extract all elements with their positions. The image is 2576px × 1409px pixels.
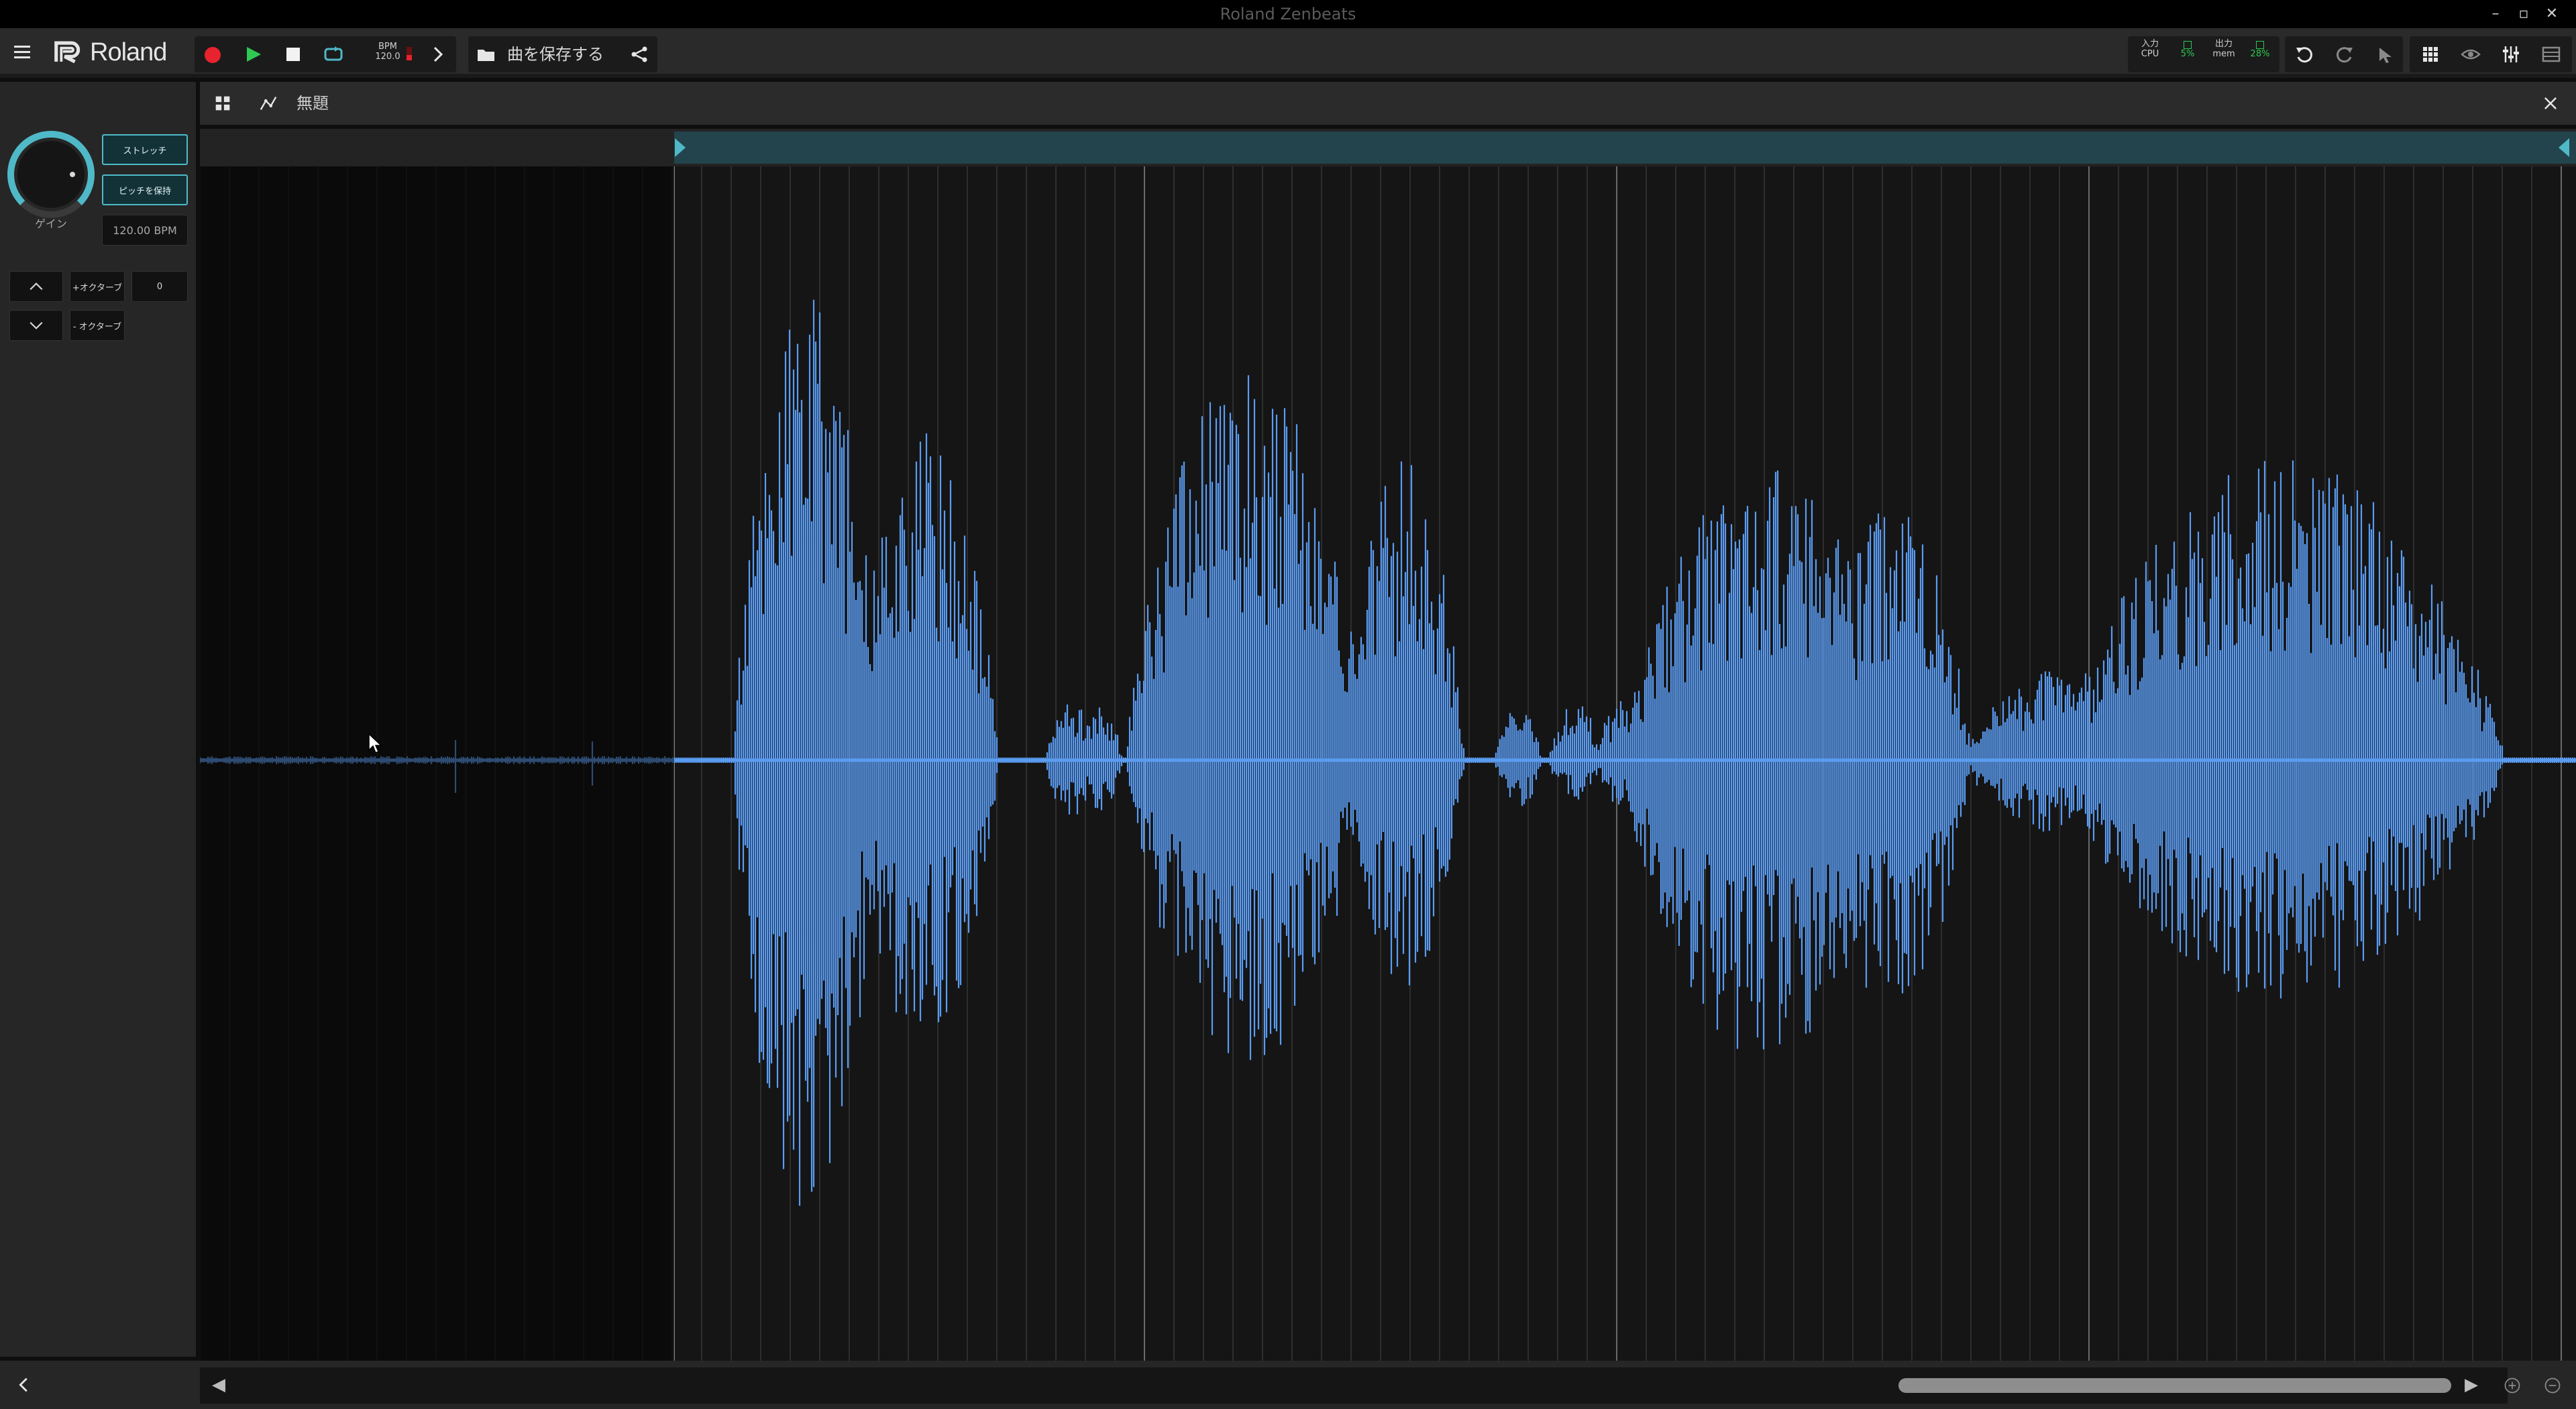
output-meter: 出力 mem — [2207, 39, 2241, 59]
open-button[interactable] — [468, 36, 504, 72]
scroll-right-button[interactable]: ▶ — [2458, 1371, 2485, 1398]
cpu-readout: 5% — [2171, 39, 2204, 59]
automation-button[interactable] — [251, 86, 286, 121]
menu-button[interactable] — [4, 34, 40, 70]
octave-down-arrow-button[interactable] — [9, 310, 63, 341]
save-song-button[interactable]: 曲を保存する — [507, 36, 604, 72]
bpm-field[interactable]: 120.00 BPM — [102, 215, 188, 246]
gain-knob[interactable] — [5, 129, 97, 220]
chevron-down-icon — [30, 321, 43, 329]
record-button[interactable] — [195, 36, 231, 72]
input-meter: 入力 CPU — [2133, 39, 2167, 59]
logo-text: Roland — [90, 38, 167, 66]
grid-button[interactable] — [2412, 36, 2449, 72]
octave-up-arrow-button[interactable] — [9, 271, 63, 302]
region-start-marker[interactable] — [671, 132, 688, 164]
panel-icon — [2542, 46, 2561, 62]
clip-region[interactable] — [674, 132, 2576, 164]
stop-button[interactable] — [275, 36, 311, 72]
grid-icon — [2423, 47, 2438, 62]
undo-icon — [2296, 47, 2312, 63]
mem-label: mem — [2212, 49, 2235, 59]
grid-view-icon — [215, 96, 230, 111]
zoom-out-icon — [2544, 1377, 2561, 1394]
window-close-button[interactable]: ✕ — [2538, 3, 2565, 25]
mem-value: 28% — [2250, 49, 2270, 59]
view-button[interactable] — [2453, 36, 2489, 72]
loop-icon — [324, 46, 343, 61]
bpm-value: 120.0 — [375, 52, 400, 62]
octave-value: 0 — [131, 271, 188, 302]
octave-down-button[interactable]: - オクターブ — [70, 310, 125, 341]
folder-icon — [478, 50, 494, 61]
mouse-cursor-icon — [368, 733, 382, 754]
pointer-icon — [2379, 48, 2392, 63]
play-icon — [247, 47, 261, 62]
roland-mark-icon — [54, 41, 80, 64]
close-editor-button[interactable] — [2533, 86, 2568, 121]
octave-up-button[interactable]: +オクターブ — [70, 271, 125, 302]
stretch-button[interactable]: ストレッチ — [102, 134, 188, 165]
grid-view-button[interactable] — [205, 86, 240, 121]
bpm-display[interactable]: BPM 120.0 — [368, 42, 408, 68]
back-icon — [19, 1377, 28, 1392]
next-button[interactable] — [420, 36, 456, 72]
window-title: Roland Zenbeats — [1220, 5, 1356, 23]
back-button[interactable] — [5, 1366, 43, 1404]
editor-header — [200, 82, 2576, 125]
gain-label: ゲイン — [35, 217, 67, 230]
zoom-in-icon — [2504, 1377, 2520, 1394]
metronome-indicator — [407, 47, 412, 60]
eye-icon — [2461, 49, 2481, 60]
share-icon — [631, 46, 647, 62]
region-end-marker[interactable] — [2556, 132, 2573, 164]
panel-button[interactable] — [2533, 36, 2569, 72]
input-label: 入力 — [2141, 39, 2159, 49]
scroll-left-button[interactable]: ◀ — [205, 1371, 232, 1398]
bpm-label: BPM — [378, 42, 397, 52]
waveform-display[interactable] — [200, 166, 2576, 1361]
play-button[interactable] — [235, 36, 271, 72]
maximize-button[interactable]: ▫ — [2510, 3, 2537, 25]
record-icon — [205, 47, 221, 63]
mixer-button[interactable] — [2493, 36, 2529, 72]
chevron-up-icon — [30, 282, 43, 291]
gain-knob-dial — [7, 130, 95, 218]
loop-button[interactable] — [315, 36, 352, 72]
mem-readout: 28% — [2243, 39, 2277, 59]
output-label: 出力 — [2214, 39, 2233, 49]
stop-icon — [286, 48, 300, 61]
cpu-value: 5% — [2180, 49, 2195, 59]
chevron-right-icon — [433, 46, 443, 62]
keep-pitch-button[interactable]: ピッチを保持 — [102, 174, 188, 205]
pointer-tool-button[interactable] — [2367, 36, 2403, 72]
cpu-label: CPU — [2141, 49, 2159, 59]
zoom-in-button[interactable] — [2496, 1369, 2529, 1402]
scrollbar-thumb[interactable] — [1898, 1378, 2451, 1393]
output-led — [2256, 41, 2264, 49]
redo-button[interactable] — [2326, 36, 2363, 72]
close-icon — [2544, 97, 2557, 109]
zoom-out-button[interactable] — [2536, 1369, 2569, 1402]
undo-button[interactable] — [2286, 36, 2322, 72]
minimize-button[interactable]: – — [2482, 3, 2509, 25]
menu-icon — [14, 46, 30, 58]
input-led — [2184, 41, 2192, 49]
clip-name: 無題 — [297, 94, 329, 113]
roland-logo: Roland — [52, 38, 186, 67]
share-button[interactable] — [621, 36, 657, 72]
redo-icon — [2337, 47, 2353, 63]
mixer-icon — [2503, 46, 2519, 62]
automation-icon — [260, 97, 277, 110]
